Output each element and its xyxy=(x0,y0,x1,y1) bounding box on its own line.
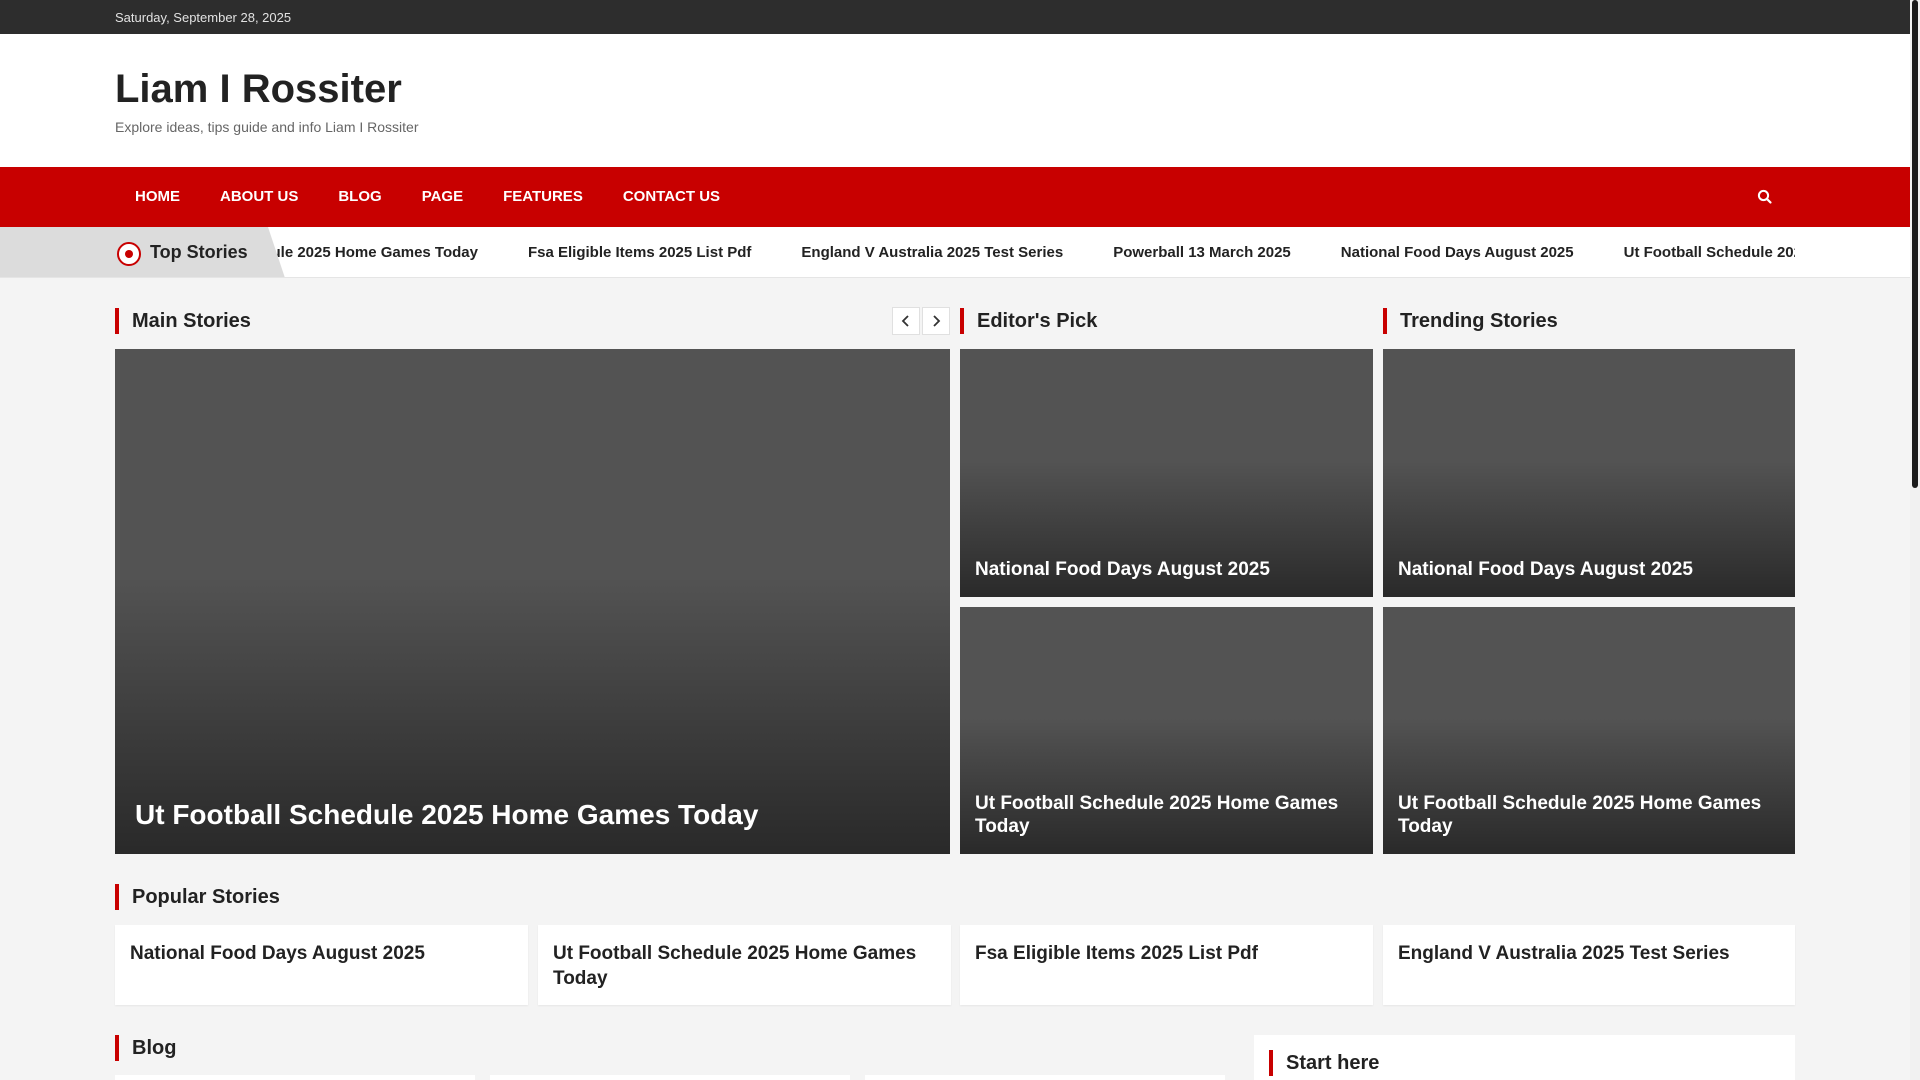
ticker-item[interactable]: Fsa Eligible Items 2025 List Pdf xyxy=(528,244,751,261)
popular-story-title[interactable]: Ut Football Schedule 2025 Home Games Tod… xyxy=(553,941,936,991)
nav-item-blog[interactable]: BLOG xyxy=(318,167,401,227)
trending-stories-heading: Trending Stories xyxy=(1383,308,1558,334)
card-title[interactable]: Ut Football Schedule 2025 Home Games Tod… xyxy=(1398,792,1780,840)
main-navigation: HOME ABOUT US BLOG PAGE FEATURES CONTACT… xyxy=(0,167,1910,227)
site-title[interactable]: Liam I Rossiter xyxy=(115,67,402,112)
ticker-item[interactable]: Powerball 13 March 2025 xyxy=(1113,244,1291,261)
ticker-item[interactable]: England V Australia 2025 Test Series xyxy=(801,244,1063,261)
start-here-heading: Start here xyxy=(1269,1050,1379,1076)
editors-pick-card[interactable]: Ut Football Schedule 2025 Home Games Tod… xyxy=(960,607,1373,854)
nav-item-about-us[interactable]: ABOUT US xyxy=(200,167,318,227)
popular-story-card[interactable]: Fsa Eligible Items 2025 List Pdf xyxy=(960,925,1373,1005)
nav-item-features[interactable]: FEATURES xyxy=(483,167,603,227)
card-title[interactable]: Ut Football Schedule 2025 Home Games Tod… xyxy=(975,792,1358,840)
live-dot-icon xyxy=(117,242,141,266)
card-title[interactable]: National Food Days August 2025 xyxy=(975,558,1358,582)
popular-stories-heading: Popular Stories xyxy=(115,884,280,910)
popular-story-title[interactable]: National Food Days August 2025 xyxy=(130,941,513,966)
top-bar: Saturday, September 28, 2025 xyxy=(0,0,1910,34)
popular-story-card[interactable]: Ut Football Schedule 2025 Home Games Tod… xyxy=(538,925,951,1005)
blog-card[interactable] xyxy=(490,1075,850,1080)
editors-pick-card[interactable]: National Food Days August 2025 xyxy=(960,349,1373,597)
popular-story-title[interactable]: England V Australia 2025 Test Series xyxy=(1398,941,1780,966)
site-tagline: Explore ideas, tips guide and info Liam … xyxy=(115,119,419,135)
trending-story-card[interactable]: Ut Football Schedule 2025 Home Games Tod… xyxy=(1383,607,1795,854)
nav-item-page[interactable]: PAGE xyxy=(402,167,483,227)
blog-heading: Blog xyxy=(115,1035,176,1061)
search-icon[interactable] xyxy=(1752,184,1778,210)
nav-item-contact-us[interactable]: CONTACT US xyxy=(603,167,740,227)
editors-pick-heading: Editor's Pick xyxy=(960,308,1097,334)
nav-menu: HOME ABOUT US BLOG PAGE FEATURES CONTACT… xyxy=(115,167,740,227)
ticker-items: Ut Football Schedule 2025 Home Games Tod… xyxy=(230,227,1795,277)
ticker-item[interactable]: Ut Football Schedule 2025 Home Games Tod… xyxy=(1624,244,1795,261)
chevron-right-icon[interactable] xyxy=(922,307,950,335)
popular-story-card[interactable]: National Food Days August 2025 xyxy=(115,925,528,1005)
main-featured-story[interactable]: Ut Football Schedule 2025 Home Games Tod… xyxy=(115,349,950,854)
page-scrollbar[interactable] xyxy=(1910,0,1920,1080)
chevron-left-icon[interactable] xyxy=(892,307,920,335)
blog-card[interactable] xyxy=(115,1075,475,1080)
featured-story-title[interactable]: Ut Football Schedule 2025 Home Games Tod… xyxy=(135,797,935,832)
blog-card[interactable] xyxy=(865,1075,1225,1080)
current-date: Saturday, September 28, 2025 xyxy=(115,10,292,25)
site-header: Liam I Rossiter Explore ideas, tips guid… xyxy=(0,34,1910,167)
card-title[interactable]: National Food Days August 2025 xyxy=(1398,558,1780,582)
nav-item-home[interactable]: HOME xyxy=(115,167,200,227)
ticker-track: Ut Football Schedule 2025 Home Games Tod… xyxy=(230,227,1795,277)
ticker-label-box: Top Stories xyxy=(0,227,285,277)
ticker-title: Top Stories xyxy=(150,242,248,262)
trending-story-card[interactable]: National Food Days August 2025 xyxy=(1383,349,1795,597)
popular-story-title[interactable]: Fsa Eligible Items 2025 List Pdf xyxy=(975,941,1358,966)
main-stories-heading: Main Stories xyxy=(115,308,251,334)
popular-story-card[interactable]: England V Australia 2025 Test Series xyxy=(1383,925,1795,1005)
sidebar-widget: Start here xyxy=(1254,1035,1795,1080)
ticker-item[interactable]: National Food Days August 2025 xyxy=(1341,244,1574,261)
scrollbar-thumb[interactable] xyxy=(1912,0,1918,488)
top-stories-ticker: Top Stories Ut Football Schedule 2025 Ho… xyxy=(0,227,1910,278)
